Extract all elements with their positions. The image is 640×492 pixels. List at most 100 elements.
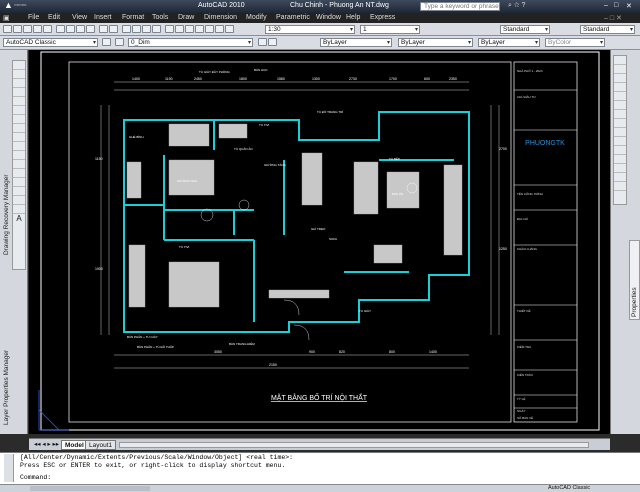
menu-insert[interactable]: Insert xyxy=(94,14,112,21)
zoom-realtime-icon[interactable] xyxy=(132,25,141,33)
status-mode-buttons[interactable] xyxy=(30,486,150,491)
design-center-icon[interactable] xyxy=(175,25,184,33)
offset-icon[interactable] xyxy=(614,83,626,92)
chamfer-icon[interactable] xyxy=(614,173,626,182)
color-select[interactable]: ByLayer xyxy=(320,38,392,47)
copy-object-icon[interactable] xyxy=(614,65,626,74)
floor-plan-drawing[interactable]: PHUONGTK NHÀ PHỐ 1 - 2024 CHỦ ĐẦU TƯ TÊN… xyxy=(29,50,610,434)
menu-tools[interactable]: Tools xyxy=(152,14,168,21)
tool-palettes-icon[interactable] xyxy=(185,25,194,33)
erase-icon[interactable] xyxy=(614,56,626,65)
save-icon[interactable] xyxy=(23,25,32,33)
construction-line-icon[interactable] xyxy=(13,70,25,79)
menu-edit[interactable]: Edit xyxy=(48,14,60,21)
hatch-icon[interactable] xyxy=(13,178,25,187)
annotation-value-select[interactable]: 1 xyxy=(360,25,420,34)
make-block-icon[interactable] xyxy=(13,160,25,169)
array-icon[interactable] xyxy=(614,92,626,101)
make-current-icon[interactable] xyxy=(258,38,267,46)
linetype-select[interactable]: ByLayer xyxy=(398,38,473,47)
search-icon[interactable]: ⌕ ☆ ? xyxy=(508,2,525,10)
menu-file[interactable]: File xyxy=(28,14,39,21)
line-icon[interactable] xyxy=(13,61,25,70)
polygon-icon[interactable] xyxy=(13,88,25,97)
workspace-select[interactable]: AutoCAD Classic xyxy=(3,38,98,47)
horizontal-scrollbar[interactable] xyxy=(119,442,589,448)
insert-block-icon[interactable] xyxy=(13,151,25,160)
zoom-previous-icon[interactable] xyxy=(152,25,161,33)
undo-icon[interactable] xyxy=(99,25,108,33)
move-icon[interactable] xyxy=(614,101,626,110)
rectangle-icon[interactable] xyxy=(13,97,25,106)
plotstyle-select[interactable]: ByColor xyxy=(545,38,605,47)
copy-icon[interactable] xyxy=(66,25,75,33)
annotation-scale-select[interactable]: 1:30 xyxy=(265,25,355,34)
help-icon[interactable] xyxy=(225,25,234,33)
tab-model[interactable]: Model xyxy=(61,440,88,450)
status-workspace[interactable]: AutoCAD Classic xyxy=(548,485,590,491)
circle-icon[interactable] xyxy=(13,115,25,124)
pan-icon[interactable] xyxy=(122,25,131,33)
new-icon[interactable] xyxy=(3,25,12,33)
lineweight-select[interactable]: ByLayer xyxy=(478,38,540,47)
match-prop-icon[interactable] xyxy=(86,25,95,33)
workspace-settings-icon[interactable] xyxy=(102,38,111,46)
quick-access-icons[interactable]: ▫▫▫▫▫ xyxy=(14,2,26,9)
region-icon[interactable] xyxy=(13,196,25,205)
app-logo-icon[interactable]: ▲ xyxy=(4,0,13,10)
menu-view[interactable]: View xyxy=(72,14,87,21)
command-window[interactable]: [All/Center/Dynamic/Extents/Previous/Sca… xyxy=(0,452,640,484)
layer-properties-tab[interactable]: Layer Properties Manager xyxy=(3,350,10,425)
markup-icon[interactable] xyxy=(205,25,214,33)
stretch-icon[interactable] xyxy=(614,128,626,137)
drawing-canvas[interactable]: PHUONGTK NHÀ PHỐ 1 - 2024 CHỦ ĐẦU TƯ TÊN… xyxy=(29,50,610,434)
redo-icon[interactable] xyxy=(109,25,118,33)
menu-help[interactable]: Help xyxy=(346,14,360,21)
trim-icon[interactable] xyxy=(614,137,626,146)
properties-icon[interactable] xyxy=(165,25,174,33)
point-icon[interactable] xyxy=(13,169,25,178)
command-prompt[interactable]: Command: xyxy=(20,474,51,481)
plot-icon[interactable] xyxy=(33,25,42,33)
gradient-icon[interactable] xyxy=(13,187,25,196)
close-button[interactable]: ✕ xyxy=(626,2,632,10)
revcloud-icon[interactable] xyxy=(13,124,25,133)
multiline-text-icon[interactable]: A xyxy=(13,214,25,223)
extend-icon[interactable] xyxy=(614,146,626,155)
polyline-icon[interactable] xyxy=(13,79,25,88)
rotate-icon[interactable] xyxy=(614,110,626,119)
text-style-select[interactable]: Standard xyxy=(500,25,550,34)
menu-format[interactable]: Format xyxy=(122,14,144,21)
arc-icon[interactable] xyxy=(13,106,25,115)
scale-icon[interactable] xyxy=(614,119,626,128)
drawing-recovery-tab[interactable]: Drawing Recovery Manager xyxy=(3,174,10,255)
doc-window-controls[interactable]: – □ ✕ xyxy=(604,14,622,22)
properties-tab[interactable]: Properties xyxy=(629,240,640,320)
minimize-button[interactable]: – xyxy=(604,2,608,9)
break-icon[interactable] xyxy=(614,155,626,164)
table-icon[interactable] xyxy=(13,205,25,214)
dim-style-select[interactable]: Standard xyxy=(580,25,635,34)
layer-manager-icon[interactable] xyxy=(115,38,124,46)
layer-select[interactable]: 0_Dim xyxy=(128,38,253,47)
fillet-icon[interactable] xyxy=(614,182,626,191)
menu-app-icon[interactable]: ▣ xyxy=(3,14,10,22)
menu-modify[interactable]: Modify xyxy=(246,14,267,21)
spline-icon[interactable] xyxy=(13,133,25,142)
command-window-handle[interactable] xyxy=(4,454,14,482)
open-icon[interactable] xyxy=(13,25,22,33)
paste-icon[interactable] xyxy=(76,25,85,33)
maximize-button[interactable]: □ xyxy=(614,2,618,9)
search-input[interactable]: Type a keyword or phrase xyxy=(420,2,500,11)
preview-icon[interactable] xyxy=(43,25,52,33)
join-icon[interactable] xyxy=(614,164,626,173)
ellipse-icon[interactable] xyxy=(13,142,25,151)
layer-previous-icon[interactable] xyxy=(268,38,277,46)
tab-layout1[interactable]: Layout1 xyxy=(85,440,117,450)
menu-window[interactable]: Window xyxy=(316,14,341,21)
menu-dimension[interactable]: Dimension xyxy=(204,14,237,21)
cut-icon[interactable] xyxy=(56,25,65,33)
zoom-window-icon[interactable] xyxy=(142,25,151,33)
calculator-icon[interactable] xyxy=(215,25,224,33)
menu-parametric[interactable]: Parametric xyxy=(276,14,310,21)
